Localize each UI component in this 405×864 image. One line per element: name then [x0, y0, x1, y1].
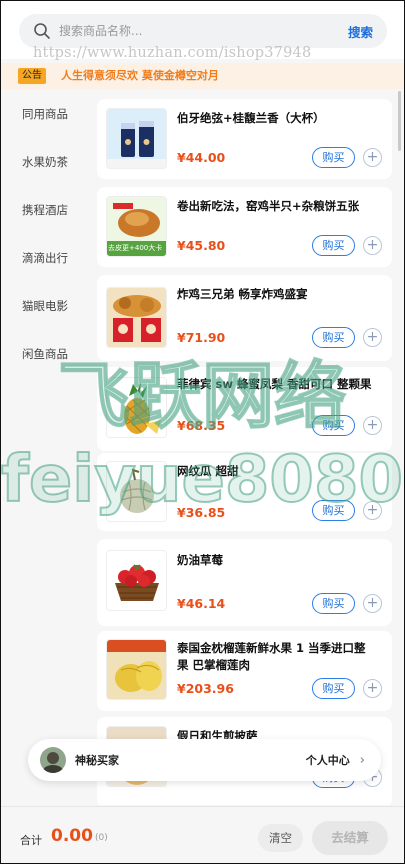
profile-link[interactable]: 个人中心 › [306, 752, 365, 768]
buy-button[interactable]: 购买 [312, 327, 355, 348]
product-name: 卷出新吃法，窑鸡半只+杂粮饼五张 [177, 199, 360, 213]
fried-chicken-icon [106, 287, 167, 348]
roast-chicken-icon: 去皮更+400大卡 [106, 196, 167, 257]
sidebar-item-fruit-tea[interactable]: 水果奶茶 [1, 147, 84, 177]
total-value: 0.00 [51, 826, 93, 846]
chevron-right-icon: › [359, 753, 365, 768]
add-to-cart-button[interactable]: + [363, 679, 382, 698]
app-frame: 搜索 https://www.huzhan.com/ishop37948 公告 … [0, 0, 405, 864]
user-bar: 神秘买家 个人中心 › [28, 739, 381, 781]
clear-cart-button[interactable]: 清空 [258, 824, 303, 852]
product-name: 炸鸡三兄弟 畅享炸鸡盛宴 [177, 287, 308, 301]
buy-button[interactable]: 购买 [312, 593, 355, 614]
product-price: ¥44.00 [177, 150, 226, 165]
product-price: ¥36.85 [177, 505, 226, 520]
sidebar-item-common-goods[interactable]: 同用商品 [1, 99, 84, 129]
sidebar-item-didi[interactable]: 滴滴出行 [1, 243, 84, 273]
product-price: ¥45.80 [177, 238, 226, 253]
milk-tea-icon [106, 108, 167, 169]
add-to-cart-button[interactable]: + [363, 148, 382, 167]
pineapple-icon [106, 377, 167, 438]
product-price: ¥68.35 [177, 418, 226, 433]
thumb-label: 去皮更+400大卡 [108, 244, 163, 252]
search-button[interactable]: 搜索 [348, 22, 373, 41]
sidebar-item-maoyan[interactable]: 猫眼电影 [1, 291, 84, 321]
product-list: 伯牙绝弦+桂馥兰香（大杯） ¥44.00 购买 + 去皮更+400大卡 卷出新吃… [89, 91, 399, 805]
product-card: 网纹瓜 超甜 ¥36.85 购买 + [97, 453, 392, 531]
add-to-cart-button[interactable]: + [363, 501, 382, 520]
product-name: 菲律宾 sw 蜂蜜凤梨 香甜可口 整颗果 [177, 377, 372, 391]
product-price: ¥71.90 [177, 330, 226, 345]
checkout-button[interactable]: 去结算 [312, 821, 388, 855]
product-card: 炸鸡三兄弟 畅享炸鸡盛宴 ¥71.90 购买 + [97, 275, 392, 361]
buy-button[interactable]: 购买 [312, 235, 355, 256]
notice-bar: 公告 人生得意须尽欢 莫使金樽空对月 [1, 63, 404, 89]
avatar[interactable] [40, 747, 66, 773]
product-name: 网纹瓜 超甜 [177, 464, 239, 478]
user-name: 神秘买家 [75, 754, 119, 767]
search-input[interactable] [59, 14, 309, 48]
add-to-cart-button[interactable]: + [363, 236, 382, 255]
strawberry-icon [106, 550, 167, 611]
product-name: 伯牙绝弦+桂馥兰香（大杯） [177, 111, 325, 125]
add-to-cart-button[interactable]: + [363, 594, 382, 613]
cart-footer: 合计 0.00 (0) 清空 去结算 [1, 806, 404, 863]
product-name: 泰国金枕榴莲新鲜水果 1 当季进口整果 巴掌榴莲肉 [177, 641, 366, 672]
product-card: 伯牙绝弦+桂馥兰香（大杯） ¥44.00 购买 + [97, 99, 392, 179]
search-bar: 搜索 [19, 14, 387, 48]
item-count: (0) [95, 833, 108, 843]
product-card: 菲律宾 sw 蜂蜜凤梨 香甜可口 整颗果 ¥68.35 购买 + [97, 367, 392, 451]
buy-button[interactable]: 购买 [312, 678, 355, 699]
product-card: 去皮更+400大卡 卷出新吃法，窑鸡半只+杂粮饼五张 ¥45.80 购买 + [97, 187, 392, 267]
buy-button[interactable]: 购买 [312, 147, 355, 168]
product-name: 奶油草莓 [177, 553, 223, 567]
buy-button[interactable]: 购买 [312, 415, 355, 436]
buy-button[interactable]: 购买 [312, 500, 355, 521]
scrollbar[interactable] [398, 91, 401, 151]
melon-icon [106, 461, 167, 522]
search-header: 搜索 [1, 1, 404, 59]
search-icon [34, 23, 50, 39]
profile-link-label: 个人中心 [305, 754, 350, 767]
product-price: ¥203.96 [177, 681, 234, 696]
add-to-cart-button[interactable]: + [363, 416, 382, 435]
add-to-cart-button[interactable]: + [363, 328, 382, 347]
sidebar-item-ctrip-hotel[interactable]: 携程酒店 [1, 195, 84, 225]
notice-badge: 公告 [18, 68, 46, 84]
durian-icon [106, 639, 167, 700]
product-card: 泰国金枕榴莲新鲜水果 1 当季进口整果 巴掌榴莲肉 ¥203.96 购买 + [97, 631, 392, 711]
product-price: ¥46.14 [177, 596, 226, 611]
sidebar-item-xianyu[interactable]: 闲鱼商品 [1, 339, 84, 369]
product-card: 奶油草莓 ¥46.14 购买 + [97, 539, 392, 626]
category-sidebar: 同用商品 水果奶茶 携程酒店 滴滴出行 猫眼电影 闲鱼商品 [1, 91, 84, 805]
total-label: 合计 [20, 834, 42, 847]
notice-text: 人生得意须尽欢 莫使金樽空对月 [61, 69, 219, 82]
